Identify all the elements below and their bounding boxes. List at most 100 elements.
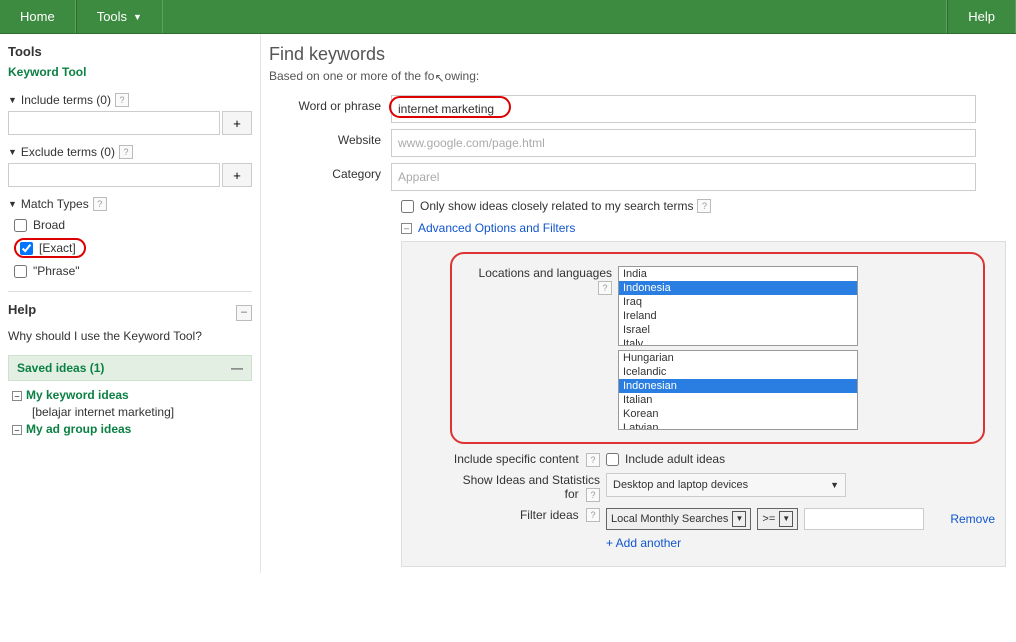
help-icon[interactable]: ? (115, 93, 129, 107)
listbox-option[interactable]: Hungarian (619, 351, 857, 365)
saved-keyword-item[interactable]: [belajar internet marketing] (32, 405, 252, 419)
match-phrase-checkbox[interactable] (14, 265, 27, 278)
minus-box-icon: – (12, 425, 22, 435)
help-icon[interactable]: ? (586, 508, 600, 522)
filter-value-input[interactable] (804, 508, 924, 530)
main-content: Find keywords Based on one or more of th… (260, 34, 1016, 573)
triangle-down-icon: ▼ (8, 147, 17, 157)
include-terms-add-button[interactable]: + (222, 111, 252, 135)
match-phrase-row[interactable]: "Phrase" (8, 261, 252, 281)
saved-ideas-header[interactable]: Saved ideas (1) — (8, 355, 252, 381)
languages-listbox[interactable]: HungarianIcelandicIndonesianItalianKorea… (618, 350, 858, 430)
filter-remove-link[interactable]: Remove (950, 512, 995, 526)
listbox-option[interactable]: India (619, 267, 857, 281)
help-collapse-button[interactable]: – (236, 305, 252, 321)
match-phrase-label: "Phrase" (33, 264, 80, 278)
match-exact-checkbox[interactable] (20, 242, 33, 255)
match-broad-row[interactable]: Broad (8, 215, 252, 235)
show-ideas-label: Show Ideas and Statistics for (463, 473, 600, 501)
listbox-option[interactable]: Latvian (619, 421, 857, 430)
match-types-toggle[interactable]: ▼ Match Types ? (8, 197, 252, 211)
my-ad-group-ideas[interactable]: –My ad group ideas (12, 419, 252, 439)
filter-ideas-label: Filter ideas (520, 508, 579, 522)
cursor-icon: ↖ (434, 71, 444, 85)
nav-tools[interactable]: Tools ▼ (76, 0, 163, 33)
listbox-option[interactable]: Italian (619, 393, 857, 407)
nav-help[interactable]: Help (947, 0, 1016, 33)
advanced-options-label: Advanced Options and Filters (418, 221, 575, 235)
filter-metric-select[interactable]: Local Monthly Searches ▼ (606, 508, 751, 530)
minus-box-icon: – (401, 223, 412, 234)
triangle-down-icon: ▼ (8, 95, 17, 105)
include-adult-label: Include adult ideas (625, 452, 725, 466)
listbox-option[interactable]: Iraq (619, 295, 857, 309)
topbar-spacer (163, 0, 947, 33)
match-types-label: Match Types (21, 197, 89, 211)
devices-value: Desktop and laptop devices (613, 479, 748, 491)
caret-down-icon: ▼ (133, 12, 142, 22)
minus-box-icon: – (12, 391, 22, 401)
filter-operator-select[interactable]: >= ▼ (757, 508, 798, 530)
website-input[interactable] (391, 129, 976, 157)
page-title: Find keywords (269, 44, 1016, 65)
listbox-option[interactable]: Indonesian (619, 379, 857, 393)
sidebar: Tools Keyword Tool ▼ Include terms (0) ?… (0, 34, 260, 573)
only-related-label: Only show ideas closely related to my se… (420, 199, 693, 213)
nav-home[interactable]: Home (0, 0, 76, 33)
include-terms-label: Include terms (0) (21, 93, 111, 107)
advanced-options-panel: Locations and languages ? IndiaIndonesia… (401, 241, 1006, 567)
listbox-option[interactable]: Icelandic (619, 365, 857, 379)
help-heading: Help (8, 302, 36, 317)
category-label: Category (261, 163, 391, 181)
my-keyword-ideas[interactable]: –My keyword ideas (12, 385, 252, 405)
add-filter-link[interactable]: + Add another (606, 536, 995, 550)
tools-heading: Tools (8, 44, 252, 59)
include-adult-checkbox[interactable] (606, 453, 619, 466)
saved-ideas-collapse[interactable]: — (231, 361, 243, 375)
match-exact-row[interactable]: [Exact] (14, 238, 86, 258)
website-label: Website (261, 129, 391, 147)
filter-operator-value: >= (762, 513, 775, 525)
exclude-terms-add-button[interactable]: + (222, 163, 252, 187)
help-icon[interactable]: ? (586, 488, 600, 502)
nav-tools-label: Tools (97, 9, 127, 24)
help-icon[interactable]: ? (697, 199, 711, 213)
caret-down-icon: ▼ (779, 511, 793, 527)
advanced-options-toggle[interactable]: – Advanced Options and Filters (401, 221, 1016, 235)
exclude-terms-toggle[interactable]: ▼ Exclude terms (0) ? (8, 145, 252, 159)
saved-ideas-label: Saved ideas (1) (17, 361, 104, 375)
locations-listbox[interactable]: IndiaIndonesiaIraqIrelandIsraelItaly (618, 266, 858, 346)
filter-metric-value: Local Monthly Searches (611, 513, 728, 525)
match-broad-checkbox[interactable] (14, 219, 27, 232)
only-related-checkbox[interactable] (401, 200, 414, 213)
highlight-annotation: Locations and languages ? IndiaIndonesia… (450, 252, 985, 444)
include-terms-toggle[interactable]: ▼ Include terms (0) ? (8, 93, 252, 107)
include-specific-label: Include specific content (454, 452, 579, 466)
locations-languages-label: Locations and languages (479, 266, 612, 280)
help-question-link[interactable]: Why should I use the Keyword Tool? (8, 329, 252, 343)
exclude-terms-input[interactable] (8, 163, 220, 187)
listbox-option[interactable]: Indonesia (619, 281, 857, 295)
match-exact-label: [Exact] (39, 241, 76, 255)
topbar: Home Tools ▼ Help (0, 0, 1016, 34)
help-icon[interactable]: ? (93, 197, 107, 211)
keyword-tool-link[interactable]: Keyword Tool (8, 65, 252, 79)
category-input[interactable] (391, 163, 976, 191)
caret-down-icon: ▼ (732, 511, 746, 527)
devices-select[interactable]: Desktop and laptop devices ▼ (606, 473, 846, 497)
help-icon[interactable]: ? (119, 145, 133, 159)
listbox-option[interactable]: Israel (619, 323, 857, 337)
word-phrase-label: Word or phrase (261, 95, 391, 113)
help-icon[interactable]: ? (598, 281, 612, 295)
exclude-terms-label: Exclude terms (0) (21, 145, 115, 159)
word-phrase-input[interactable] (391, 95, 976, 123)
include-terms-input[interactable] (8, 111, 220, 135)
listbox-option[interactable]: Ireland (619, 309, 857, 323)
page-subtitle: Based on one or more of the fo↖owing: (269, 69, 1016, 83)
help-icon[interactable]: ? (586, 453, 600, 467)
match-broad-label: Broad (33, 218, 65, 232)
caret-down-icon: ▼ (830, 480, 839, 490)
listbox-option[interactable]: Italy (619, 337, 857, 346)
triangle-down-icon: ▼ (8, 199, 17, 209)
listbox-option[interactable]: Korean (619, 407, 857, 421)
